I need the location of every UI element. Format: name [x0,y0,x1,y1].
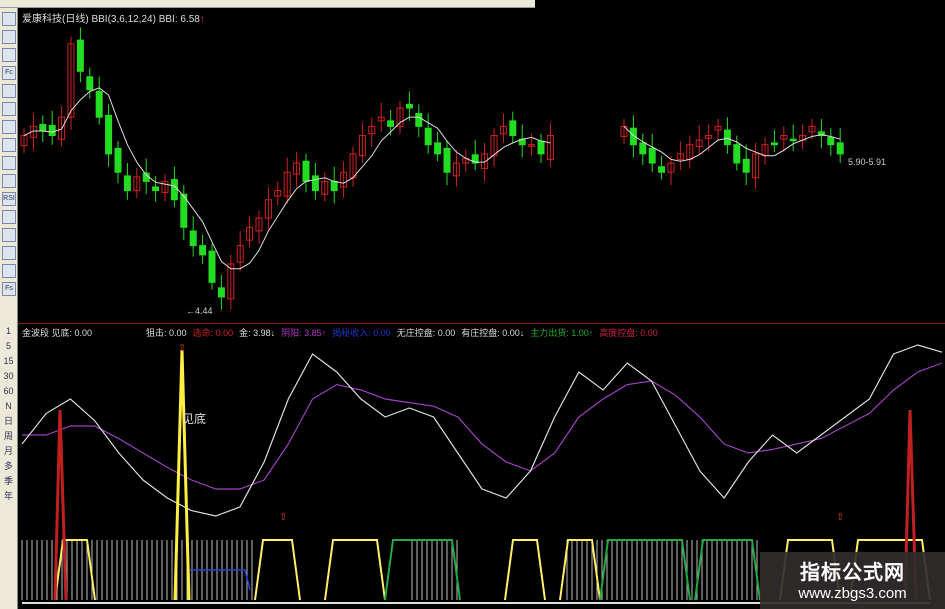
candle [723,129,731,146]
bbi-line [623,125,841,162]
jiandi-label: 见底 [182,412,207,426]
candle [733,144,741,164]
signal-arrow-icon: ⇧ [836,512,844,523]
band-trapezoid [559,539,601,601]
indicator-value-2: 逃命: 0.00 [192,328,234,338]
candle [639,142,647,155]
candle [742,158,750,173]
blue-line [190,569,251,591]
indicator-value-4: 阴阳: 3.85↑ [281,328,327,338]
signal-arrow-icon: ⇧ [279,512,287,523]
indicator-value-8: 主力出货: 1.00↑ [530,328,594,338]
watermark-url: www.zbgs3.com [798,585,907,602]
candle [424,127,432,146]
indicator-value-7: 有庄控盘: 0.00↓ [461,328,525,338]
indicator-value-3: 金: 3.98↓ [239,328,276,338]
candle [537,140,545,155]
watermark-name: 指标公式网 [800,562,905,584]
candle [170,179,178,201]
candle [330,180,338,192]
candle [123,175,131,192]
candle [443,147,451,173]
indicator-value-5: 揭秘收入: 0.00 [332,328,391,338]
candle [770,142,778,146]
indicator-bar: 金波段 见底: 0.00 狙击: 0.00 逃命: 0.00 金: 3.98↓ 阴阳: … [22,326,664,339]
osc-white-line [21,344,943,517]
candle [199,245,207,256]
candle [387,120,395,127]
candle [114,147,122,173]
watermark: 指标公式网 www.zbgs3.com [760,552,945,609]
candle [311,175,319,192]
candle [76,39,84,72]
candle [95,90,103,118]
band-trapezoid [504,539,546,601]
band-trapezoid [254,539,301,601]
candle [836,142,844,155]
signal-arrow-icon: ⇧ [178,343,186,354]
band-trapezoid [324,539,386,601]
osc-purple-line [22,362,943,490]
indicator-value-9: 高度控盘: 0.00 [599,328,658,338]
pane-divider[interactable] [18,323,945,324]
candle [405,103,413,109]
candle [105,114,113,155]
candle [509,120,517,137]
indicator-value-1: 狙击: 0.00 [146,328,187,338]
red-spike [53,409,68,601]
candle [658,166,666,173]
candle [789,138,797,142]
candle [434,142,442,155]
candle [302,160,310,182]
indicator-value-0: 金波段 见底: 0.00 [22,328,93,338]
candle [86,76,94,91]
indicator-value-6: 无庄控盘: 0.00 [396,328,456,338]
candle [189,230,197,247]
candle [648,147,656,164]
candle [217,287,225,298]
band-trapezoid [54,539,96,601]
candle [152,186,160,192]
low-price-label: ←4.44 [186,306,213,316]
chart-canvas[interactable]: ⇧ ⇧ ⇧ [0,0,945,609]
candle [39,124,47,132]
candle [827,136,835,146]
candle [208,250,216,283]
current-price-label: 5.90-5.91 [848,157,887,167]
candle [48,124,56,137]
candle [415,113,423,127]
